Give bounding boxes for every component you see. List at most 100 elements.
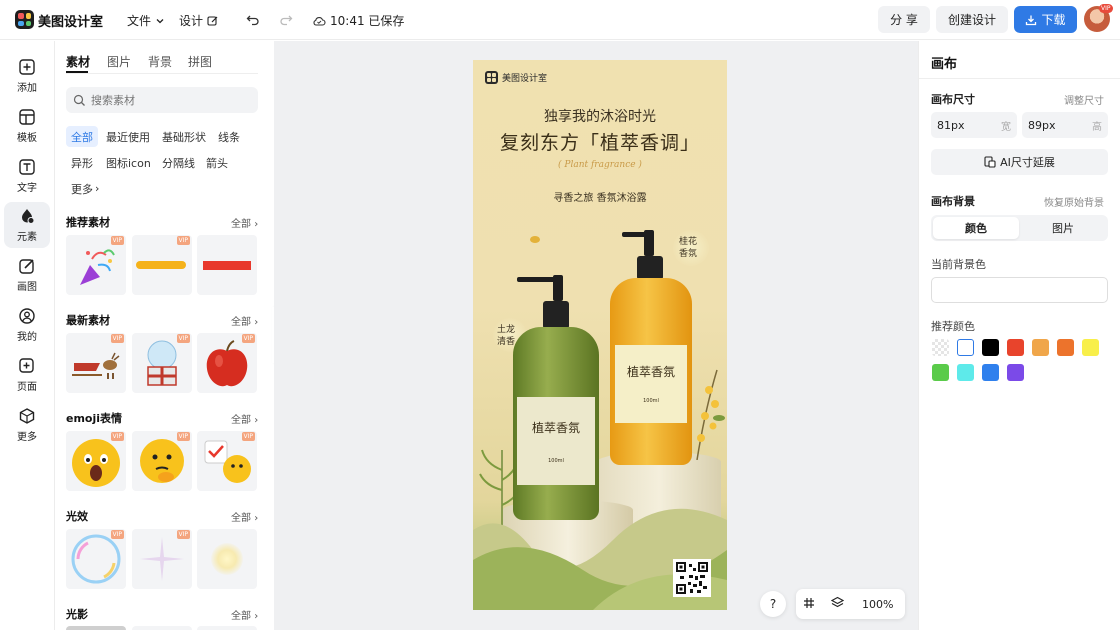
chip-recent[interactable]: 最近使用 xyxy=(101,126,155,147)
swatch-purple[interactable] xyxy=(1007,364,1024,381)
chip-basic-shapes[interactable]: 基础形状 xyxy=(157,126,211,147)
tab-backgrounds[interactable]: 背景 xyxy=(148,53,172,70)
chip-lines[interactable]: 线条 xyxy=(213,126,245,147)
create-design-button[interactable]: 创建设计 xyxy=(936,6,1008,33)
bg-type-image[interactable]: 图片 xyxy=(1020,217,1106,239)
tab-images[interactable]: 图片 xyxy=(107,53,131,70)
tab-collage[interactable]: 拼图 xyxy=(188,53,212,70)
bg-type-color[interactable]: 颜色 xyxy=(933,217,1019,239)
ai-extend-button[interactable]: AI尺寸延展 xyxy=(931,149,1108,175)
edit-icon xyxy=(207,15,218,26)
swatch-red[interactable] xyxy=(1007,339,1024,356)
app-logo-icon[interactable] xyxy=(15,10,34,29)
section-all-light-effects[interactable]: 全部 › xyxy=(231,509,258,524)
chevron-right-icon: › xyxy=(254,611,259,622)
swatch-orange[interactable] xyxy=(1057,339,1074,356)
bottle-green-label-text: 植萃香氛 xyxy=(531,421,580,435)
shapes-icon xyxy=(22,209,35,224)
restore-bg-link[interactable]: 恢复原始背景 xyxy=(1044,194,1104,209)
asset-thumb-shadow-2[interactable] xyxy=(132,626,192,630)
nav-text[interactable]: 文字 xyxy=(4,153,50,199)
zoom-level[interactable]: 100% xyxy=(862,598,893,611)
bottle-orange[interactable]: 植萃香氛 100ml xyxy=(610,230,692,465)
poster-english[interactable]: ( Plant fragrance ) xyxy=(473,160,727,170)
all-label: 全部 xyxy=(231,513,251,524)
swatch-black[interactable] xyxy=(982,339,999,356)
asset-thumb-apple[interactable]: VIP xyxy=(197,333,257,393)
chip-more[interactable]: 更多 › xyxy=(66,178,104,199)
design-menu[interactable]: 设计 xyxy=(179,12,219,29)
nav-page[interactable]: 页面 xyxy=(4,352,50,398)
nav-draw[interactable]: 画图 xyxy=(4,252,50,298)
section-all-recommended[interactable]: 全部 › xyxy=(231,215,258,230)
layers-button[interactable] xyxy=(822,596,852,612)
swatch-yellow[interactable] xyxy=(1082,339,1099,356)
asset-thumb-sparkle[interactable]: VIP xyxy=(132,529,192,589)
nav-elements[interactable]: 元素 xyxy=(4,202,50,248)
asset-thumb-emoji-scared[interactable]: VIP xyxy=(66,431,126,491)
nav-mine[interactable]: 我的 xyxy=(4,302,50,348)
share-button[interactable]: 分 享 xyxy=(878,6,930,33)
chip-dividers[interactable]: 分隔线 xyxy=(157,152,200,173)
tab-active-indicator xyxy=(66,71,88,73)
redo-button[interactable] xyxy=(276,10,296,30)
chip-arrows[interactable]: 箭头 xyxy=(201,152,233,173)
section-all-emoji[interactable]: 全部 › xyxy=(231,411,258,426)
swatch-light-orange[interactable] xyxy=(1032,339,1049,356)
qr-code[interactable] xyxy=(673,559,711,597)
poster-tagline[interactable]: 寻香之旅 香氛沐浴露 xyxy=(473,189,727,204)
design-canvas[interactable]: 美图设计室 独享我的沐浴时光 复刻东方「植萃香调」 ( Plant fragra… xyxy=(473,60,727,610)
current-color-field[interactable] xyxy=(931,277,1108,303)
chip-all[interactable]: 全部 xyxy=(66,126,98,147)
width-field[interactable]: 81px 宽 xyxy=(931,112,1017,138)
width-unit: 宽 xyxy=(1001,121,1011,133)
asset-thumb-bubble[interactable]: VIP xyxy=(66,529,126,589)
file-menu-label: 文件 xyxy=(127,14,152,28)
chip-icons[interactable]: 图标icon xyxy=(101,152,156,173)
height-field[interactable]: 89px 高 xyxy=(1022,112,1108,138)
swatch-blue[interactable] xyxy=(982,364,999,381)
asset-thumb-shadow-1[interactable] xyxy=(66,626,126,630)
asset-thumb-snowglobe[interactable]: VIP xyxy=(132,333,192,393)
asset-thumb-emoji-check[interactable]: VIP xyxy=(197,431,257,491)
undo-button[interactable] xyxy=(243,10,263,30)
search-input[interactable] xyxy=(91,93,241,107)
nav-template[interactable]: 模板 xyxy=(4,103,50,149)
asset-thumb-emoji-thinking[interactable]: VIP xyxy=(132,431,192,491)
grid-toggle-button[interactable] xyxy=(796,597,822,612)
height-value: 89px xyxy=(1028,118,1056,132)
download-label: 下载 xyxy=(1041,13,1066,27)
app-name[interactable]: 美图设计室 xyxy=(38,11,103,30)
asset-thumb-red-bar[interactable] xyxy=(197,235,257,295)
chip-irregular[interactable]: 异形 xyxy=(66,152,98,173)
nav-text-label: 文字 xyxy=(17,183,37,194)
section-all-light-shadow[interactable]: 全部 › xyxy=(231,607,258,622)
swatch-transparent[interactable] xyxy=(932,339,949,356)
asset-thumb-glow[interactable] xyxy=(197,529,257,589)
poster-subtitle[interactable]: 独享我的沐浴时光 xyxy=(473,106,727,126)
download-button[interactable]: 下载 xyxy=(1014,6,1077,33)
asset-thumb-sleigh[interactable]: VIP xyxy=(66,333,126,393)
nav-add[interactable]: 添加 xyxy=(4,53,50,99)
swatch-cyan[interactable] xyxy=(957,364,974,381)
help-button[interactable]: ? xyxy=(760,591,786,617)
search-box[interactable] xyxy=(66,87,258,113)
asset-thumb-yellow-stroke[interactable]: VIP xyxy=(132,235,192,295)
poster-logo-icon xyxy=(485,71,498,84)
section-title-recommended: 推荐素材 xyxy=(66,216,110,229)
current-color-label: 当前背景色 xyxy=(931,258,986,271)
asset-thumb-shadow-3[interactable] xyxy=(197,626,257,630)
asset-thumb-party-popper[interactable]: VIP xyxy=(66,235,126,295)
search-icon xyxy=(73,94,85,106)
file-menu[interactable]: 文件 xyxy=(127,12,165,29)
swatch-white[interactable] xyxy=(957,339,974,356)
top-bar: 美图设计室 文件 设计 10:41 已保存 分 享 创建设计 下载 VIP xyxy=(0,0,1120,40)
section-all-latest[interactable]: 全部 › xyxy=(231,313,258,328)
tab-materials[interactable]: 素材 xyxy=(66,53,90,70)
swatch-green[interactable] xyxy=(932,364,949,381)
nav-more[interactable]: 更多 xyxy=(4,402,50,448)
ai-resize-icon xyxy=(984,156,996,168)
resize-link[interactable]: 调整尺寸 xyxy=(1064,92,1104,107)
bottle-green[interactable]: 植萃香氛 100ml xyxy=(513,275,599,520)
poster-headline[interactable]: 复刻东方「植萃香调」 xyxy=(473,128,727,155)
